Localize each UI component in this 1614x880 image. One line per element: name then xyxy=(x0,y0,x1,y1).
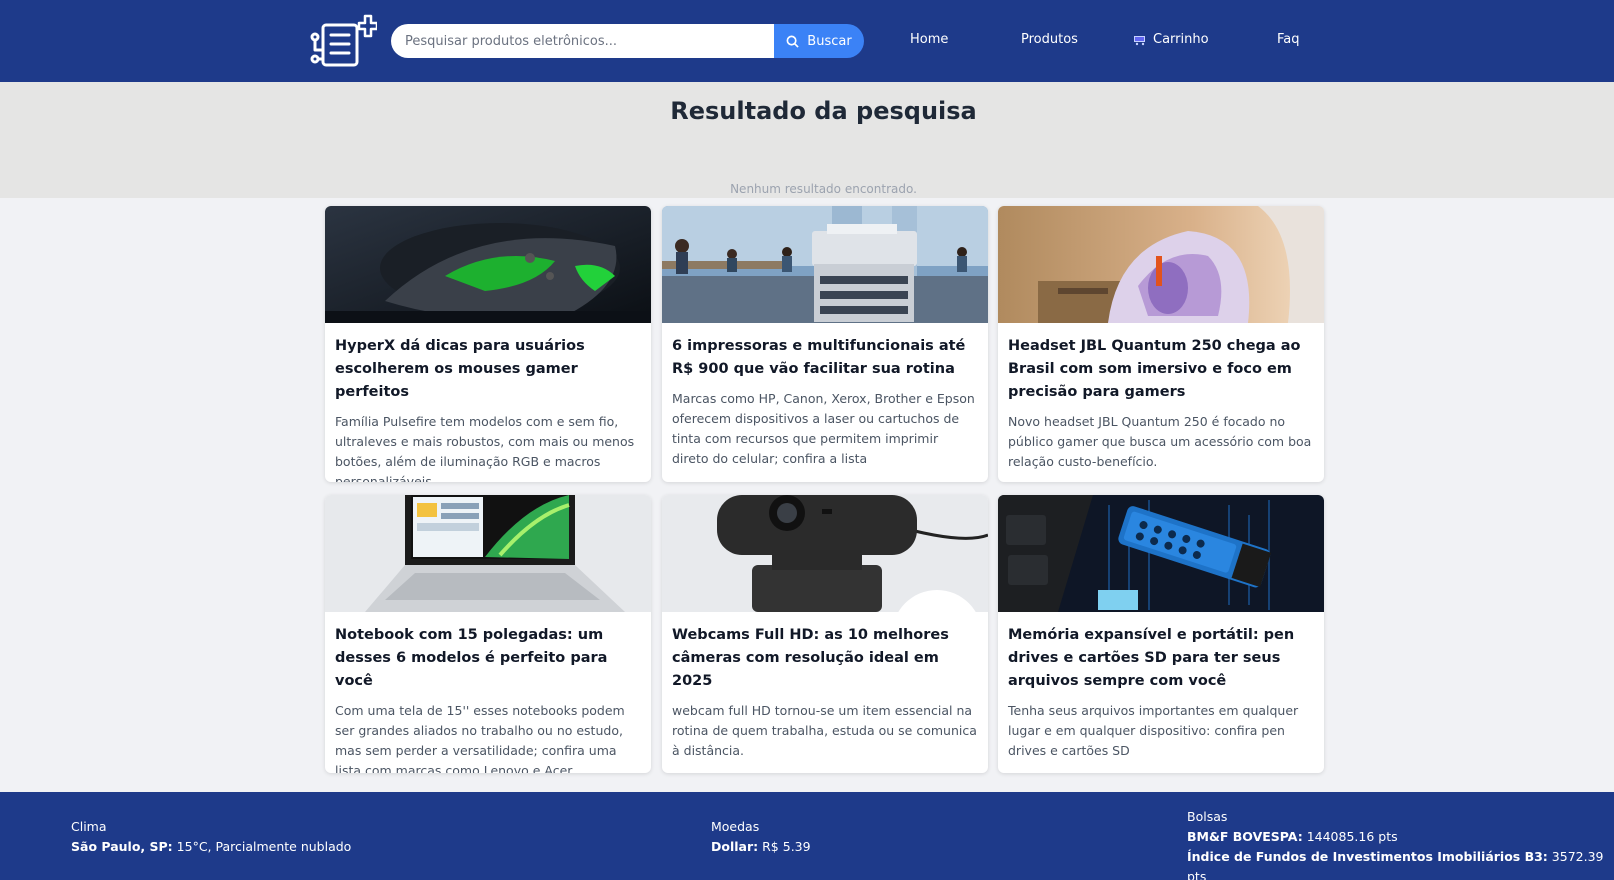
cart-icon xyxy=(1134,35,1145,45)
article-title[interactable]: Notebook com 15 polegadas: um desses 6 m… xyxy=(335,624,641,693)
site-footer: Clima São Paulo, SP: 15°C, Parcialmente … xyxy=(0,792,1614,880)
article-summary: Com uma tela de 15'' esses notebooks pod… xyxy=(335,703,625,773)
nav-carrinho[interactable]: Carrinho xyxy=(1133,32,1209,47)
weather-widget: Clima São Paulo, SP: 15°C, Parcialmente … xyxy=(71,817,351,857)
logo-icon[interactable] xyxy=(309,13,379,69)
currency-label: Dollar: xyxy=(711,839,759,854)
weather-heading: Clima xyxy=(71,819,107,834)
article-title[interactable]: Headset JBL Quantum 250 chega ao Brasil … xyxy=(1008,335,1314,404)
article-title[interactable]: 6 impressoras e multifuncionais até R$ 9… xyxy=(672,335,978,381)
weather-location: São Paulo, SP: xyxy=(71,839,173,854)
nav-produtos[interactable]: Produtos xyxy=(1021,32,1078,47)
search-button[interactable]: Buscar xyxy=(774,24,864,58)
pen-drive-image xyxy=(998,495,1324,612)
article-summary: Tenha seus arquivos importantes em qualq… xyxy=(1008,703,1299,758)
site-header: Buscar Home Produtos Carrinho Faq xyxy=(0,0,1614,82)
nav-produtos-label: Produtos xyxy=(1021,32,1078,47)
empty-results-message: Nenhum resultado encontrado. xyxy=(730,182,917,196)
headset-image xyxy=(998,206,1324,323)
article-title[interactable]: Webcams Full HD: as 10 melhores câmeras … xyxy=(672,624,978,693)
article-summary: Família Pulsefire tem modelos com e sem … xyxy=(335,414,635,482)
stocks-widget: Bolsas BM&F BOVESPA: 144085.16 pts Índic… xyxy=(1187,807,1614,880)
currency-value: R$ 5.39 xyxy=(762,839,811,854)
nav-faq-label: Faq xyxy=(1277,32,1300,47)
stock-label: BM&F BOVESPA: xyxy=(1187,829,1303,844)
currency-heading: Moedas xyxy=(711,819,760,834)
nav-home-label: Home xyxy=(910,32,949,47)
article-card[interactable]: Headset JBL Quantum 250 chega ao Brasil … xyxy=(998,206,1324,482)
article-summary: Novo headset JBL Quantum 250 é focado no… xyxy=(1008,414,1312,469)
article-summary: Marcas como HP, Canon, Xerox, Brother e … xyxy=(672,391,975,466)
notebook-image xyxy=(325,495,651,612)
stock-value: 144085.16 pts xyxy=(1306,829,1398,844)
search-icon xyxy=(786,35,799,48)
search-results-header: Resultado da pesquisa Nenhum resultado e… xyxy=(0,82,1614,198)
nav-carrinho-label: Carrinho xyxy=(1153,32,1209,47)
article-title[interactable]: Memória expansível e portátil: pen drive… xyxy=(1008,624,1314,693)
article-title[interactable]: HyperX dá dicas para usuários escolherem… xyxy=(335,335,641,404)
webcam-image xyxy=(662,495,988,612)
search-bar: Buscar xyxy=(391,24,864,58)
stock-label: Índice de Fundos de Investimentos Imobil… xyxy=(1187,849,1548,864)
search-input[interactable] xyxy=(391,24,774,58)
page-title: Resultado da pesquisa xyxy=(670,97,977,125)
stocks-heading: Bolsas xyxy=(1187,809,1228,824)
weather-value: 15°C, Parcialmente nublado xyxy=(176,839,352,854)
nav-home[interactable]: Home xyxy=(910,32,948,47)
gaming-mouse-image xyxy=(325,206,651,323)
article-card[interactable]: 6 impressoras e multifuncionais até R$ 9… xyxy=(662,206,988,482)
article-summary: webcam full HD tornou-se um item essenci… xyxy=(672,703,977,758)
search-button-label: Buscar xyxy=(807,33,852,49)
nav-faq[interactable]: Faq xyxy=(1277,32,1300,47)
article-card[interactable]: Notebook com 15 polegadas: um desses 6 m… xyxy=(325,495,651,773)
article-card[interactable]: Memória expansível e portátil: pen drive… xyxy=(998,495,1324,773)
article-card[interactable]: Webcams Full HD: as 10 melhores câmeras … xyxy=(662,495,988,773)
office-printer-image xyxy=(662,206,988,323)
article-card[interactable]: HyperX dá dicas para usuários escolherem… xyxy=(325,206,651,482)
currency-widget: Moedas Dollar: R$ 5.39 xyxy=(711,817,811,857)
